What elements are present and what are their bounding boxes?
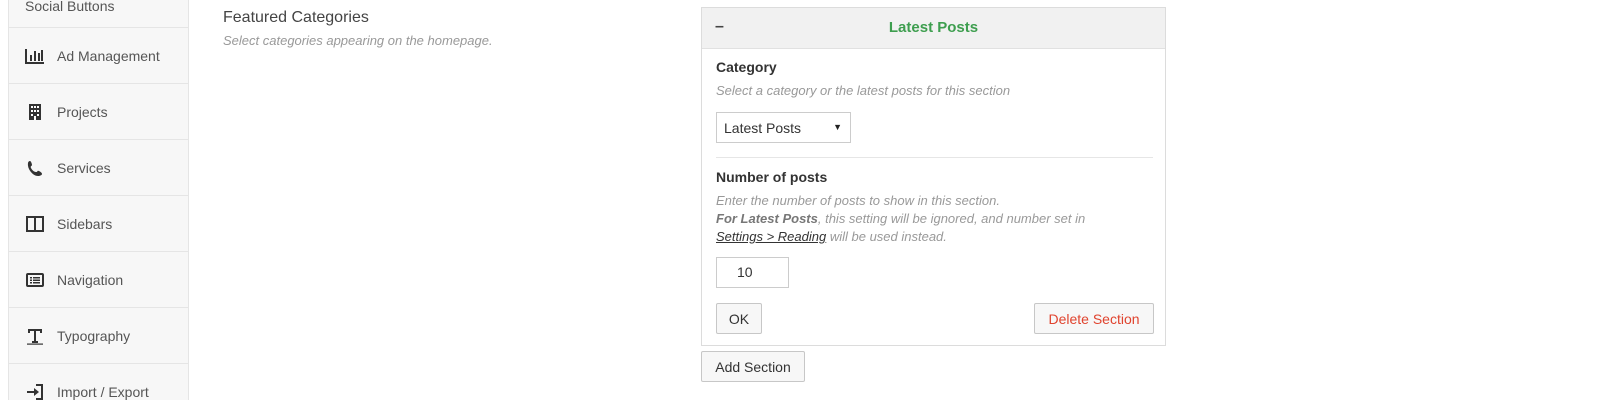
sidebar-item-navigation[interactable]: Navigation: [9, 252, 189, 308]
section-divider: [716, 157, 1153, 158]
sidebar-item-label: Import / Export: [57, 383, 149, 400]
sidebar-item-typography[interactable]: Typography: [9, 308, 189, 364]
settings-reading-link[interactable]: Settings > Reading: [716, 229, 826, 244]
bar-chart-icon: [25, 47, 45, 65]
number-of-posts-input[interactable]: 10: [716, 257, 789, 288]
posts-hint-end: will be used instead.: [826, 229, 947, 244]
sidebar-item-label: Navigation: [57, 271, 124, 288]
sidebar-item-label: Services: [57, 159, 111, 176]
settings-sidebar: Social Buttons Ad Management Projects Se…: [8, 0, 189, 400]
sidebar-item-label: Projects: [57, 103, 108, 120]
field-description: Select categories appearing on the homep…: [223, 33, 493, 48]
category-label: Category: [716, 59, 777, 75]
sidebar-item-import-export[interactable]: Import / Export: [9, 364, 189, 400]
add-section-button[interactable]: Add Section: [701, 351, 805, 382]
field-title: Featured Categories: [223, 9, 369, 26]
number-of-posts-label: Number of posts: [716, 169, 828, 185]
columns-icon: [25, 215, 45, 233]
category-hint: Select a category or the latest posts fo…: [716, 83, 1011, 98]
building-icon: [25, 103, 45, 121]
sidebar-item-ad-management[interactable]: Ad Management: [9, 28, 189, 84]
posts-hint-rest: , this setting will be ignored, and numb…: [817, 211, 1086, 226]
sidebar-item-label: Sidebars: [57, 215, 113, 232]
text-height-icon: [25, 327, 45, 345]
sidebar-item-label: Ad Management: [57, 47, 160, 64]
posts-hint-line1: Enter the number of posts to show in thi…: [716, 193, 1000, 208]
category-select-value: Latest Posts: [724, 119, 802, 136]
section-header[interactable]: – Latest Posts: [702, 8, 1165, 49]
sidebar-item-services[interactable]: Services: [9, 140, 189, 196]
phone-icon: [25, 159, 45, 177]
number-of-posts-hint: Enter the number of posts to show in thi…: [716, 192, 1156, 246]
category-select[interactable]: Latest Posts ▼: [716, 112, 851, 143]
dropdown-arrow-icon: ▼: [833, 122, 842, 132]
sidebar-item-social-buttons[interactable]: Social Buttons: [9, 0, 189, 28]
sign-in-icon: [25, 383, 45, 400]
sidebar-item-label: Social Buttons: [25, 0, 115, 14]
sidebar-item-projects[interactable]: Projects: [9, 84, 189, 140]
ok-button[interactable]: OK: [716, 303, 762, 334]
section-title: Latest Posts: [888, 19, 979, 36]
sidebar-item-label: Typography: [57, 327, 131, 344]
homepage-section-panel: – Latest Posts Category Select a categor…: [701, 7, 1166, 346]
posts-hint-bold: For Latest Posts: [716, 211, 818, 226]
delete-section-button[interactable]: Delete Section: [1034, 303, 1154, 334]
list-alt-icon: [25, 271, 45, 289]
sidebar-item-sidebars[interactable]: Sidebars: [9, 196, 189, 252]
